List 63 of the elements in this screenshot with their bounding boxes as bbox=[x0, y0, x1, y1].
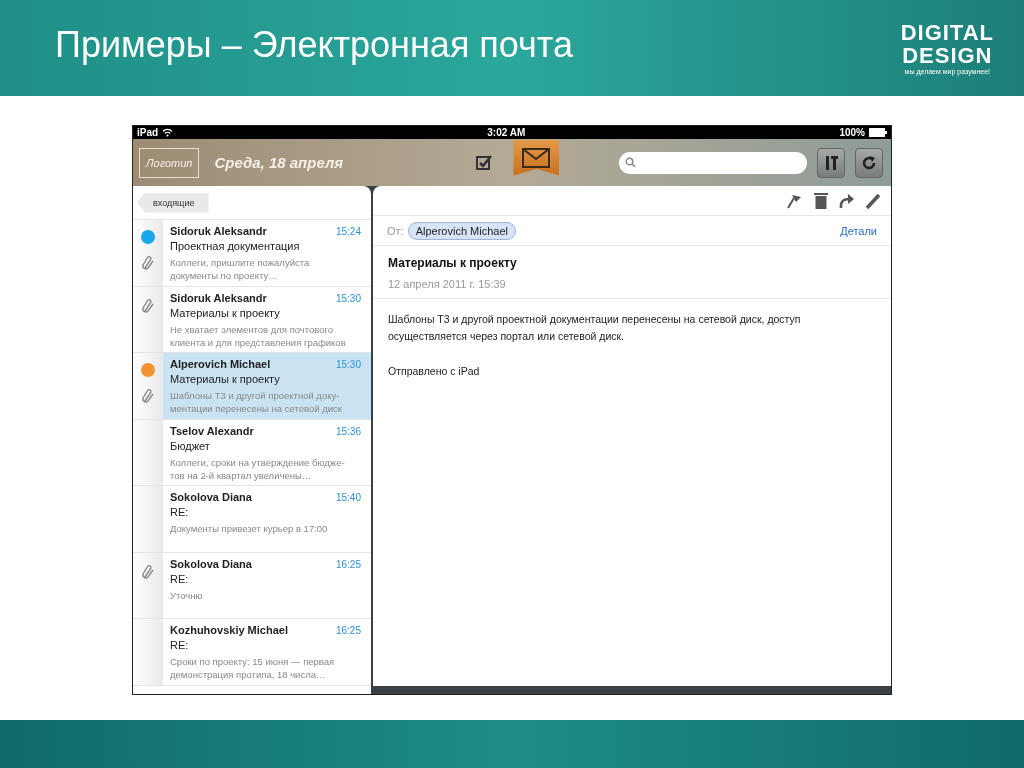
status-time: 3:02 AM bbox=[487, 126, 526, 139]
slide-title: Примеры – Электронная почта bbox=[55, 24, 573, 66]
wifi-icon bbox=[162, 128, 174, 137]
message-row[interactable]: Sokolova Diana 16:25 RE: Уточню bbox=[133, 552, 371, 619]
message-time: 15:40 bbox=[335, 491, 361, 505]
device-name: iPad bbox=[137, 126, 159, 139]
message-subject: RE: bbox=[170, 505, 190, 520]
message-time: 15:30 bbox=[335, 358, 361, 372]
message-preview: Документы привезет курьер в 17:00 bbox=[170, 522, 329, 535]
mail-tab[interactable] bbox=[513, 139, 560, 176]
message-time: 16:25 bbox=[335, 557, 361, 572]
message-subject: Материалы к проекту bbox=[170, 372, 281, 387]
message-preview: Шаблоны Т3 и другой проектной доку-ментации перенесены на сетевой диск bbox=[170, 389, 343, 415]
tools-button[interactable] bbox=[817, 147, 846, 178]
message-subject: Материалы к проекту bbox=[170, 305, 281, 321]
battery-icon bbox=[869, 128, 887, 137]
message-preview: Не хватает элементов для почтового клиента и для представления графиков bbox=[170, 322, 347, 349]
sender-name: Sidoruk Aleksandr bbox=[170, 290, 267, 306]
message-row[interactable]: Kozhuhovskiy Michael 16:25 RE: Сроки по проекту: 15 июня — первая демонстрация протипа, 18 числа… bbox=[133, 619, 371, 686]
message-subject: RE: bbox=[170, 571, 190, 587]
current-date: Среда, 18 апреля bbox=[214, 154, 345, 171]
email-paragraph: Отправлено с iPad bbox=[388, 364, 481, 379]
message-time: 15:36 bbox=[335, 424, 361, 439]
email-paragraph: Шаблоны Т3 и другой проектной документации перенесены на сетевой диск, доступ осуществляется через портал или сетевой диск. bbox=[388, 312, 802, 344]
sender-name: Sokolova Diana bbox=[170, 490, 252, 505]
email-date: 12 апреля 2011 г. 15:39 bbox=[388, 278, 507, 290]
sender-name: Kozhuhovskiy Michael bbox=[170, 623, 288, 638]
message-preview: Коллеги, сроки на утверждение бюдже-тов на 2-й квартал увеличены… bbox=[170, 455, 346, 482]
message-time: 15:30 bbox=[335, 291, 361, 306]
sender-name: Alperovich Michael bbox=[170, 357, 271, 372]
message-subject: Бюджет bbox=[170, 438, 211, 454]
battery-percent: 100% bbox=[839, 126, 865, 139]
envelope-icon bbox=[522, 147, 551, 168]
details-link[interactable]: Детали bbox=[840, 224, 877, 237]
from-label: От: bbox=[387, 224, 404, 237]
message-preview: Уточню bbox=[170, 588, 204, 602]
message-time: 15:24 bbox=[335, 225, 361, 239]
checkbox-icon bbox=[475, 153, 494, 172]
message-preview: Сроки по проекту: 15 июня — первая демонстрация протипа, 18 числа… bbox=[170, 655, 336, 681]
sender-chip[interactable]: Alperovich Michael bbox=[407, 221, 516, 240]
message-row[interactable]: Tselov Alexandr 15:36 Бюджет Коллеги, сроки на утверждение бюдже-тов на 2-й квартал увеличены… bbox=[133, 419, 371, 486]
message-time: 16:25 bbox=[335, 624, 361, 638]
message-row[interactable]: Alperovich Michael 15:30 Материалы к проекту Шаблоны Т3 и другой проектной доку-ментации перенесены на сетевой диск bbox=[133, 353, 371, 420]
search-icon bbox=[625, 157, 637, 168]
search-field[interactable] bbox=[619, 151, 808, 174]
sender-name: Tselov Alexandr bbox=[170, 423, 254, 439]
message-row[interactable]: Sidoruk Aleksandr 15:30 Материалы к проекту Не хватает элементов для почтового клиента и для представления графиков bbox=[133, 286, 371, 353]
forward-icon[interactable] bbox=[838, 192, 855, 209]
message-subject: Проектная документация bbox=[170, 239, 301, 254]
refresh-button[interactable] bbox=[855, 147, 884, 178]
email-subject: Материалы к проекту bbox=[388, 256, 518, 270]
tools-icon bbox=[823, 153, 840, 172]
message-subject: RE: bbox=[170, 638, 190, 653]
refresh-icon bbox=[861, 154, 878, 171]
sender-name: Sokolova Diana bbox=[170, 556, 252, 572]
inbox-back-button[interactable]: входящие bbox=[137, 192, 209, 213]
trash-icon[interactable] bbox=[814, 192, 828, 209]
message-preview: Коллеги, пришлите пожалуйста документы по проекту… bbox=[170, 256, 311, 282]
pencil-icon[interactable] bbox=[865, 191, 883, 210]
logo-frame: Логотип bbox=[139, 147, 200, 178]
sender-name: Sidoruk Aleksandr bbox=[170, 224, 267, 239]
message-row[interactable]: Sokolova Diana 15:40 RE: Документы привезет курьер в 17:00 bbox=[133, 486, 371, 553]
message-row[interactable]: Sidoruk Aleksandr 15:24 Проектная документация Коллеги, пришлите пожалуйста документы по проекту… bbox=[133, 220, 371, 287]
